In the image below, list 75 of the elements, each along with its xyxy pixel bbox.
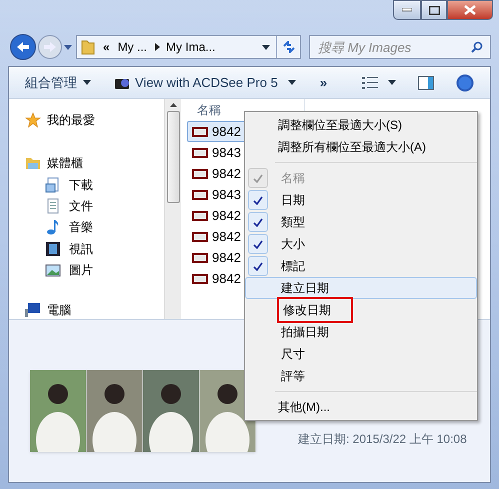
back-button[interactable] <box>10 34 36 60</box>
menu-item[interactable]: 建立日期 <box>245 277 477 299</box>
file-name: 9843 <box>212 144 241 162</box>
file-name: 9842 <box>212 164 241 183</box>
maximize-icon <box>428 6 440 14</box>
menu-item[interactable]: 修改日期 <box>245 299 477 321</box>
caret-icon[interactable] <box>388 80 396 85</box>
menu-item[interactable]: 評等 <box>245 365 477 387</box>
computer-icon <box>25 302 41 317</box>
right-arrow-icon <box>43 41 57 53</box>
png-file-icon <box>192 250 208 264</box>
refresh-arrows-icon <box>282 41 296 53</box>
nav-item[interactable]: 視訊 <box>69 240 93 258</box>
star-icon <box>25 112 41 128</box>
png-file-icon <box>192 230 208 244</box>
breadcrumb[interactable]: My Ima... <box>166 38 216 56</box>
caret-icon <box>83 80 91 85</box>
search-icon <box>471 41 483 53</box>
breadcrumb[interactable]: My ... <box>118 38 148 56</box>
file-name: 9842 <box>212 122 241 141</box>
more-button[interactable]: » <box>320 72 328 92</box>
search-field[interactable]: 搜尋 My Images <box>309 35 491 59</box>
checkmark-icon <box>253 240 263 248</box>
checkmark-icon <box>253 218 263 226</box>
caret-icon <box>288 80 296 85</box>
menu-item[interactable]: 拍攝日期 <box>245 321 477 343</box>
maximize-button[interactable] <box>421 0 447 20</box>
breadcrumb-arrow-icon[interactable] <box>155 43 160 51</box>
created-date: 建立日期: 2015/3/22 上午 10:08 <box>298 431 467 448</box>
landscape-icon <box>45 262 61 278</box>
folder-icon <box>25 156 41 170</box>
file-name: 9842 <box>212 248 241 267</box>
file-name: 9842 <box>212 270 241 288</box>
download-icon <box>45 176 61 193</box>
open-with-button[interactable]: View with ACDSee Pro 5 <box>115 72 296 92</box>
help-icon[interactable] <box>456 74 474 92</box>
png-file-icon <box>192 166 208 180</box>
close-button[interactable] <box>447 0 493 20</box>
nav-item[interactable]: 圖片 <box>69 261 93 280</box>
nav-item[interactable]: 文件 <box>69 196 93 215</box>
view-list-icon[interactable] <box>362 76 378 88</box>
checkmark-icon <box>253 174 263 182</box>
png-file-icon <box>192 208 208 222</box>
close-icon <box>464 5 476 15</box>
menu-item[interactable]: 尺寸 <box>245 343 477 365</box>
png-file-icon <box>192 272 208 286</box>
overflow-chevron[interactable]: « <box>103 38 110 56</box>
file-name: 9843 <box>212 186 241 204</box>
music-note-icon <box>45 219 61 236</box>
nav-item[interactable]: 我的最愛 <box>47 110 95 129</box>
png-file-icon <box>192 146 208 160</box>
file-name: 9842 <box>212 228 241 246</box>
nav-item[interactable]: 電腦 <box>47 300 71 319</box>
png-file-icon <box>192 188 208 202</box>
preview-pane-icon[interactable] <box>418 76 434 90</box>
scrollbar[interactable] <box>164 99 181 319</box>
nav-item[interactable]: 下載 <box>69 176 93 194</box>
folder-icon <box>81 39 95 55</box>
checkmark-icon <box>253 262 263 270</box>
menu-item[interactable]: 其他(M)... <box>245 396 477 418</box>
scroll-up-arrow-icon[interactable] <box>170 103 176 107</box>
address-field[interactable]: « My ... My Ima... <box>76 35 301 59</box>
left-arrow-icon <box>16 41 30 53</box>
minimize-icon <box>402 8 412 12</box>
nav-item[interactable]: 媒體櫃 <box>47 154 83 172</box>
caret-icon[interactable] <box>262 44 270 50</box>
png-file-icon <box>192 124 208 138</box>
document-icon <box>45 198 61 214</box>
nav-item[interactable]: 音樂 <box>69 218 93 236</box>
minimize-button[interactable] <box>393 0 421 20</box>
file-name: 9842 <box>212 206 241 225</box>
organize-button[interactable]: 組合管理 <box>25 72 91 92</box>
checkmark-icon <box>253 196 263 204</box>
annotation-box: 修改日期 <box>277 297 353 323</box>
film-icon <box>45 240 61 257</box>
